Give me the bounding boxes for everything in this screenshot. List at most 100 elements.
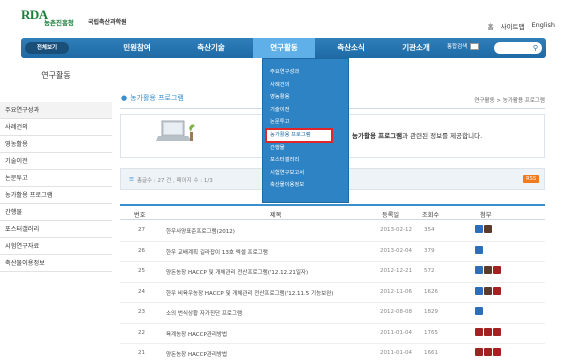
dropdown-item[interactable]: 주요연구성과	[263, 66, 348, 79]
row-attachments	[475, 307, 483, 315]
row-title-link[interactable]: 양돈농장 HACCP관리방법	[166, 350, 227, 358]
dropdown-item[interactable]: 축산물이용정보	[263, 179, 348, 192]
col-header-views: 조회수	[422, 212, 440, 219]
logo-org-name[interactable]: 농촌진흥청	[44, 17, 74, 27]
row-number: 21	[138, 350, 145, 356]
row-attachments	[475, 266, 501, 274]
table-row[interactable]: 23 소의 번식상황 자가진단 프로그램 2012-08-08 1829	[120, 303, 545, 324]
col-header-date: 등록일	[382, 212, 400, 219]
sidebar-item[interactable]: 논문투고	[0, 170, 112, 187]
pdf-file-icon[interactable]	[475, 327, 483, 336]
col-header-title: 제목	[270, 212, 282, 219]
hwp-file-icon[interactable]	[475, 307, 483, 315]
sidebar-item[interactable]: 사례건의	[0, 119, 112, 136]
row-attachments	[475, 286, 501, 295]
sidebar-item[interactable]: 시험연구자료	[0, 238, 112, 255]
hwp-file-icon[interactable]	[475, 266, 483, 274]
search-scope-label: 통합검색	[447, 44, 468, 50]
row-title-link[interactable]: 한우 교배계획 길라잡이 13호 엑셀 프로그램	[166, 248, 268, 256]
sidebar-item[interactable]: 포스터갤러리	[0, 221, 112, 238]
row-title-link[interactable]: 양돈농장 HACCP 및 개체관리 전산프로그램('12.12.21일자)	[166, 268, 308, 276]
hwp-file-icon[interactable]	[475, 245, 483, 254]
sidebar-item[interactable]: 기술이전	[0, 153, 112, 170]
pdf-file-icon[interactable]	[475, 348, 483, 356]
page-title: ● 농가활용 프로그램	[121, 93, 184, 103]
sidebar-item[interactable]: 농가활용 프로그램	[0, 187, 112, 204]
dropdown-item[interactable]: 간행물	[263, 142, 348, 155]
search-scope-select[interactable]: 통합검색	[447, 42, 480, 50]
search-input[interactable]: ⚲	[494, 42, 542, 54]
page-title-text: 농가활용 프로그램	[130, 94, 184, 102]
table-row[interactable]: 22 육계농장 HACCP관리방법 2011-01-04 1765	[120, 324, 545, 344]
dropdown-item[interactable]: 기술이전	[263, 104, 348, 117]
row-date: 2012-12-21	[380, 268, 412, 274]
hwp-file-icon[interactable]	[475, 286, 483, 295]
dropdown-item[interactable]: 사례건의	[263, 79, 348, 92]
row-views: 1661	[424, 350, 438, 356]
sidebar-item[interactable]: 축산물이용정보	[0, 255, 112, 272]
home-link[interactable]: 홈	[488, 21, 494, 31]
row-title-link[interactable]: 한우 비육우농장 HACCP 및 개체관리 전산프로그램('12.11.5 기능…	[166, 289, 333, 297]
row-views: 379	[424, 247, 435, 254]
logo-institute-name[interactable]: 국립축산과학원	[88, 17, 127, 26]
table-row[interactable]: 25 양돈농장 HACCP 및 개체관리 전산프로그램('12.12.21일자) 2…	[120, 262, 545, 283]
sidebar-item[interactable]: 간행물	[0, 204, 112, 221]
row-views: 1626	[424, 288, 438, 295]
nav-item-news[interactable]: 축산소식	[321, 38, 381, 58]
row-attachments	[475, 245, 483, 254]
dropdown-item[interactable]: 논문투고	[263, 116, 348, 129]
row-title-link[interactable]: 육계농장 HACCP관리방법	[166, 330, 227, 338]
pdf-file-icon[interactable]	[493, 266, 501, 274]
row-attachments	[475, 327, 501, 336]
table-row[interactable]: 26 한우 교배계획 길라잡이 13호 엑셀 프로그램 2013-02-04 379	[120, 242, 545, 262]
col-header-attach: 첨부	[480, 212, 492, 219]
sidebar: 주요연구성과 사례건의 영농활용 기술이전 논문투고 농가활용 프로그램 간행물…	[0, 102, 112, 272]
dropdown-item-selected[interactable]: 농가활용 프로그램	[265, 128, 333, 143]
pdf-file-icon[interactable]	[493, 327, 501, 336]
row-number: 23	[138, 309, 145, 315]
nav-item-about[interactable]: 기관소개	[389, 38, 443, 58]
row-views: 1765	[424, 329, 438, 336]
zip-file-icon[interactable]	[484, 225, 492, 233]
table-row[interactable]: 24 한우 비육우농장 HACCP 및 개체관리 전산프로그램('12.11.5 …	[120, 283, 545, 303]
all-menu-button[interactable]: 전체보기	[25, 42, 69, 54]
row-title-link[interactable]: 소의 번식상황 자가진단 프로그램	[166, 309, 242, 317]
row-date: 2012-11-06	[380, 288, 412, 295]
col-header-number: 번호	[134, 212, 146, 219]
rss-button[interactable]: RSS	[523, 175, 539, 183]
pdf-file-icon[interactable]	[493, 348, 501, 356]
table-row[interactable]: 27 한우사양표준프로그램(2012) 2013-02-12 354	[120, 221, 545, 242]
nav-item-research[interactable]: 연구활동	[253, 38, 315, 58]
english-link[interactable]: English	[532, 21, 555, 31]
row-date: 2011-01-04	[380, 329, 412, 336]
hwp-file-icon[interactable]	[475, 225, 483, 233]
table-row[interactable]: 21 양돈농장 HACCP관리방법 2011-01-04 1661	[120, 344, 545, 363]
bullet-icon: ●	[121, 94, 128, 102]
dropdown-item[interactable]: 시험연구보고서	[263, 167, 348, 180]
row-date: 2013-02-12	[380, 227, 412, 233]
pdf-file-icon[interactable]	[484, 327, 492, 336]
sitemap-link[interactable]: 사이트맵	[501, 21, 525, 31]
banner-text: 농가활용 프로그램과 관련된 정보를 제공합니다.	[352, 130, 482, 140]
breadcrumb[interactable]: 연구활동 > 농가활용 프로그램	[474, 96, 545, 104]
row-date: 2011-01-04	[380, 350, 412, 356]
nav-item-civil[interactable]: 민원참여	[107, 38, 167, 58]
row-number: 26	[138, 247, 145, 254]
row-views: 1829	[424, 309, 438, 315]
row-title-link[interactable]: 한우사양표준프로그램(2012)	[166, 227, 235, 235]
pdf-file-icon[interactable]	[493, 286, 501, 295]
research-dropdown-menu: 주요연구성과 사례건의 영농활용 기술이전 논문투고 농가활용 프로그램 간행물…	[262, 58, 349, 203]
post-count: ☰ 총글수 : 27 건 , 페이지 수 : 1/3	[129, 176, 213, 184]
zip-file-icon[interactable]	[484, 286, 492, 295]
top-links: 홈 사이트맵 English	[488, 21, 555, 31]
nav-item-tech[interactable]: 축산기술	[181, 38, 241, 58]
dropdown-item[interactable]: 영농활용	[263, 91, 348, 104]
pdf-file-icon[interactable]	[484, 348, 492, 356]
row-number: 25	[138, 268, 145, 274]
search-icon[interactable]: ⚲	[533, 44, 538, 52]
sidebar-item[interactable]: 주요연구성과	[0, 102, 112, 119]
sidebar-item[interactable]: 영농활용	[0, 136, 112, 153]
row-date: 2013-02-04	[380, 247, 412, 254]
zip-file-icon[interactable]	[484, 266, 492, 274]
dropdown-item[interactable]: 포스터갤러리	[263, 154, 348, 167]
